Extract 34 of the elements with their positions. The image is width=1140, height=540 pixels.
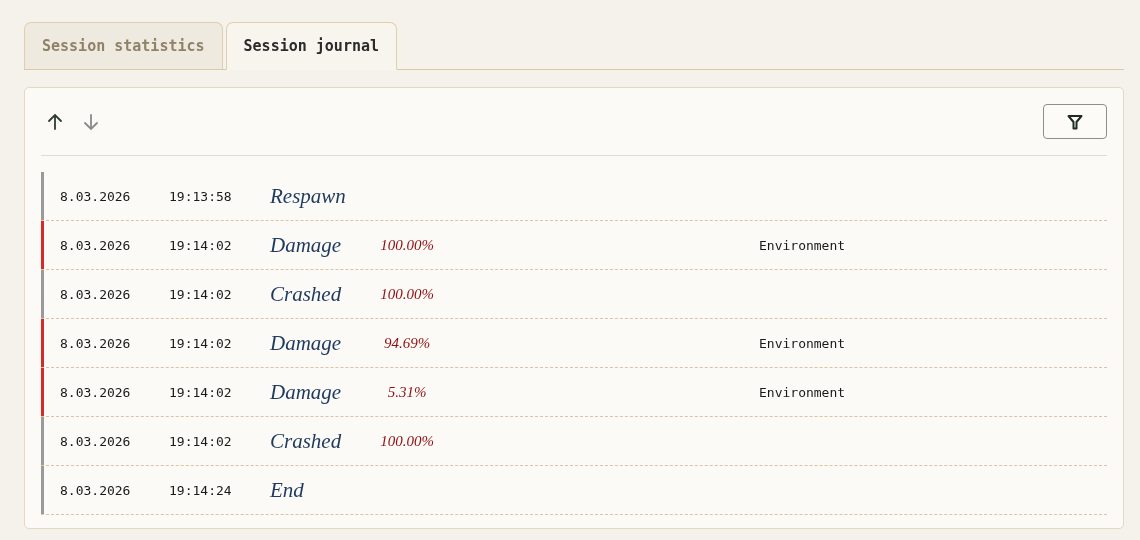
time-text: 19:14:24 [169, 482, 233, 498]
event-text: Crashed [270, 428, 343, 454]
date-text: 8.03.2026 [60, 433, 132, 449]
source-text: Environment [759, 384, 846, 400]
time-text: 19:14:02 [169, 433, 233, 449]
event-text: End [270, 477, 305, 503]
time-text: 19:13:58 [169, 188, 233, 204]
time-text: 19:14:02 [169, 335, 233, 351]
date-text: 8.03.2026 [60, 188, 132, 204]
percent-text: 5.31% [386, 383, 428, 401]
percent-text: 100.00% [379, 236, 435, 254]
time-text: 19:14:02 [169, 384, 233, 400]
arrow-down-icon[interactable] [83, 112, 99, 131]
percent-text: 94.69% [382, 334, 432, 352]
date-text: 8.03.2026 [60, 482, 132, 498]
event-text: Damage [270, 330, 343, 356]
event-text: Damage [270, 379, 343, 405]
event-text: Crashed [270, 281, 343, 307]
percent-text: 100.00% [379, 285, 435, 303]
percent-text: 100.00% [379, 432, 435, 450]
arrow-up-icon[interactable] [47, 112, 63, 131]
time-text: 19:14:02 [169, 286, 233, 302]
date-text: 8.03.2026 [60, 286, 132, 302]
event-text: Respawn [270, 183, 347, 209]
date-text: 8.03.2026 [60, 384, 132, 400]
source-text: Environment [759, 335, 846, 351]
time-text: 19:14:02 [169, 237, 233, 253]
event-text: Damage [270, 232, 343, 258]
filter-button[interactable] [1043, 104, 1107, 139]
tab[interactable]: Session journal [225, 22, 398, 70]
date-text: 8.03.2026 [60, 237, 132, 253]
source-text: Environment [759, 237, 846, 253]
filter-icon [1067, 113, 1083, 130]
date-text: 8.03.2026 [60, 335, 132, 351]
